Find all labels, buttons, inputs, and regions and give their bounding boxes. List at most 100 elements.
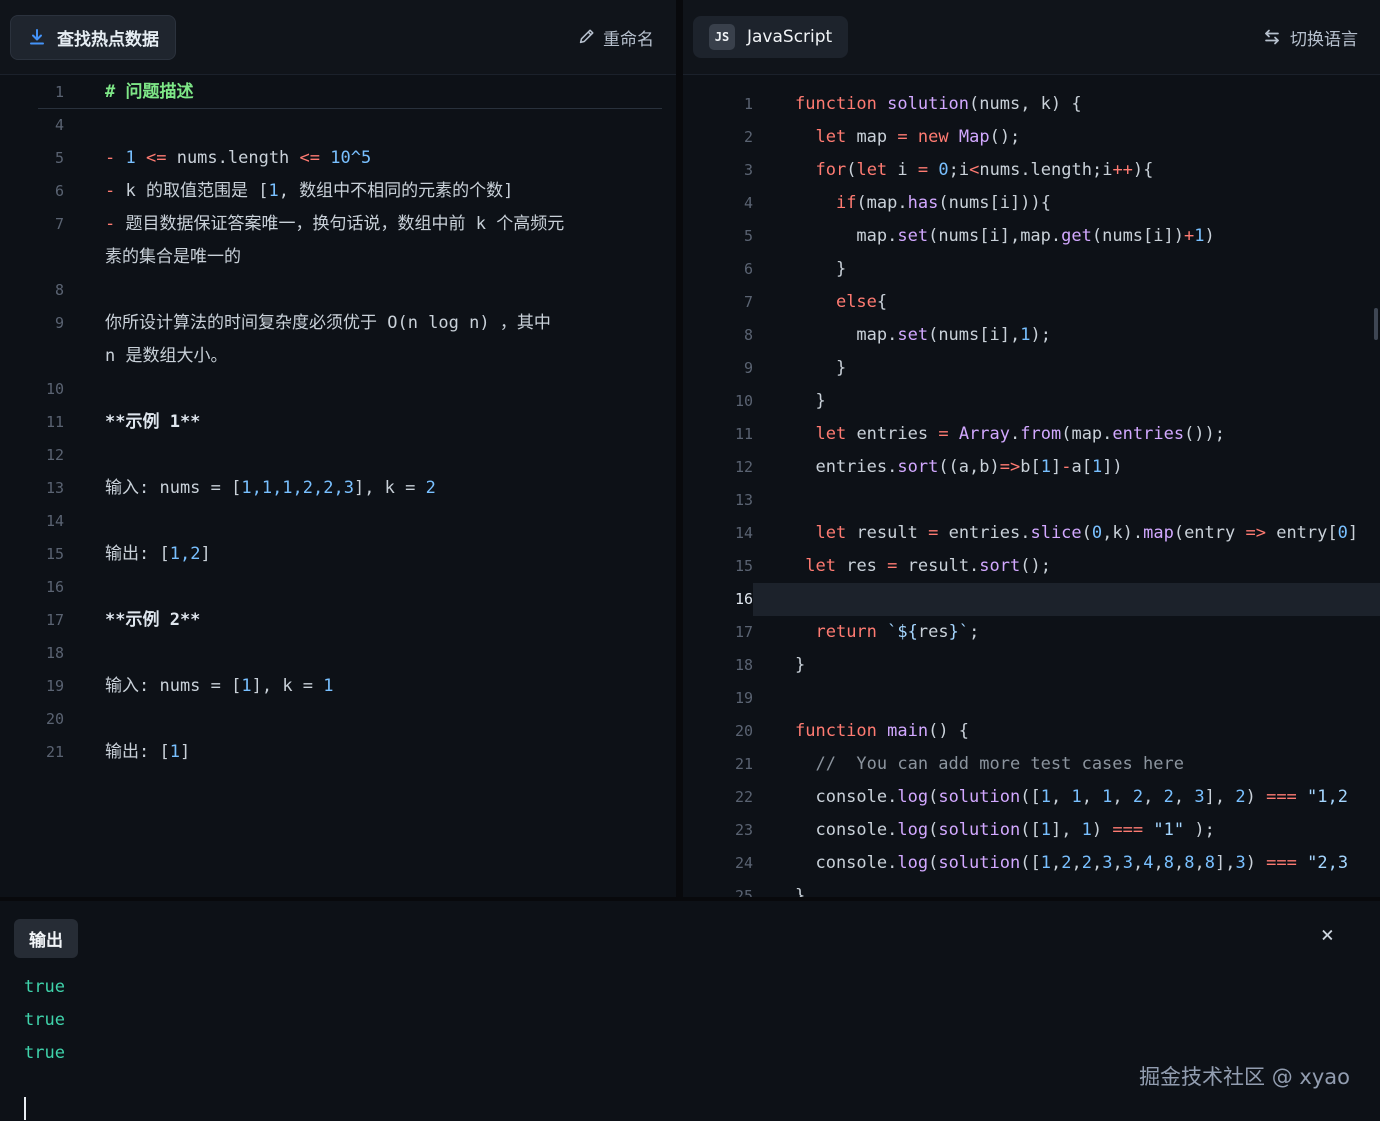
language-badge[interactable]: JS JavaScript (693, 16, 848, 58)
code-line[interactable]: 11 let entries = Array.from(map.entries(… (683, 418, 1380, 451)
code-line[interactable]: 22 console.log(solution([1, 1, 1, 2, 2, … (683, 781, 1380, 814)
code-editor[interactable]: 1function solution(nums, k) {2 let map =… (683, 76, 1380, 897)
line-number: 9 (683, 352, 753, 385)
line-number: 19 (0, 670, 64, 703)
left-panel-header: 查找热点数据 重命名 (0, 0, 676, 75)
markdown-line[interactable]: 9你所设计算法的时间复杂度必须优于 O(n log n) ，其中 (0, 307, 676, 340)
markdown-line[interactable]: 5- 1 <= nums.length <= 10^5 (0, 142, 676, 175)
close-icon[interactable]: × (1321, 925, 1334, 947)
line-content: console.log(solution([1,2,2,3,3,4,8,8,8]… (753, 847, 1380, 880)
code-line[interactable]: 10 } (683, 385, 1380, 418)
line-content: - 题目数据保证答案唯一，换句话说，数组中前 k 个高频元 (64, 208, 676, 241)
markdown-line[interactable]: 15输出: [1,2] (0, 538, 676, 571)
markdown-line[interactable]: n 是数组大小。 (0, 340, 676, 373)
line-content: function main() { (753, 715, 1380, 748)
output-line: true (24, 1004, 65, 1037)
output-line: true (24, 1037, 65, 1070)
line-number: 7 (683, 286, 753, 319)
code-line[interactable]: 18} (683, 649, 1380, 682)
code-line[interactable]: 21 // You can add more test cases here (683, 748, 1380, 781)
code-line[interactable]: 9 } (683, 352, 1380, 385)
markdown-line[interactable]: 18 (0, 637, 676, 670)
code-line[interactable]: 20function main() { (683, 715, 1380, 748)
code-line[interactable]: 17 return `${res}`; (683, 616, 1380, 649)
line-number: 2 (683, 121, 753, 154)
line-content (64, 373, 676, 406)
line-number: 23 (683, 814, 753, 847)
markdown-line[interactable]: 21输出: [1] (0, 736, 676, 769)
code-line[interactable]: 23 console.log(solution([1], 1) === "1" … (683, 814, 1380, 847)
line-number (0, 241, 64, 274)
line-content: } (753, 385, 1380, 418)
line-number: 18 (0, 637, 64, 670)
markdown-line[interactable]: 12 (0, 439, 676, 472)
code-line[interactable]: 15 let res = result.sort(); (683, 550, 1380, 583)
markdown-line[interactable]: 4 (0, 109, 676, 142)
line-number: 15 (0, 538, 64, 571)
line-number: 9 (0, 307, 64, 340)
line-number: 20 (0, 703, 64, 736)
line-number: 5 (683, 220, 753, 253)
line-content (753, 484, 1380, 517)
code-line[interactable]: 5 map.set(nums[i],map.get(nums[i])+1) (683, 220, 1380, 253)
line-number: 4 (683, 187, 753, 220)
markdown-line[interactable]: 20 (0, 703, 676, 736)
markdown-line[interactable]: 素的集合是唯一的 (0, 241, 676, 274)
scrollbar-thumb[interactable] (1374, 308, 1378, 340)
file-title-button[interactable]: 查找热点数据 (10, 15, 176, 60)
output-tab[interactable]: 输出 (14, 919, 78, 958)
line-content (64, 274, 676, 307)
line-content: for(let i = 0;i<nums.length;i++){ (753, 154, 1380, 187)
code-playground: 查找热点数据 重命名 1# 问题描述45- 1 <= nums.length <… (0, 0, 1380, 1121)
markdown-line[interactable]: 10 (0, 373, 676, 406)
code-line[interactable]: 2 let map = new Map(); (683, 121, 1380, 154)
markdown-line[interactable]: 8 (0, 274, 676, 307)
line-number: 1 (0, 76, 64, 109)
code-line[interactable]: 25} (683, 880, 1380, 897)
code-line[interactable]: 1function solution(nums, k) { (683, 88, 1380, 121)
rename-button[interactable]: 重命名 (577, 25, 654, 50)
line-content: # 问题描述 (64, 76, 676, 109)
line-content: if(map.has(nums[i])){ (753, 187, 1380, 220)
line-number: 24 (683, 847, 753, 880)
code-line[interactable]: 14 let result = entries.slice(0,k).map(e… (683, 517, 1380, 550)
line-number: 22 (683, 781, 753, 814)
output-line: true (24, 971, 65, 1004)
code-line[interactable]: 6 } (683, 253, 1380, 286)
watermark: 掘金技术社区 @ xyao (1139, 1061, 1350, 1091)
line-content: } (753, 352, 1380, 385)
markdown-line[interactable]: 17**示例 2** (0, 604, 676, 637)
code-line[interactable]: 16 (683, 583, 1380, 616)
line-content: 输入: nums = [1,1,1,2,2,3], k = 2 (64, 472, 676, 505)
line-number: 19 (683, 682, 753, 715)
markdown-line[interactable]: 16 (0, 571, 676, 604)
markdown-line[interactable]: 11**示例 1** (0, 406, 676, 439)
code-line[interactable]: 8 map.set(nums[i],1); (683, 319, 1380, 352)
line-number: 12 (683, 451, 753, 484)
line-content: let map = new Map(); (753, 121, 1380, 154)
switch-language-button[interactable]: 切换语言 (1262, 25, 1358, 50)
markdown-line[interactable]: 1# 问题描述 (0, 76, 676, 109)
line-content: **示例 1** (64, 406, 676, 439)
line-content: 输出: [1] (64, 736, 676, 769)
line-content: - k 的取值范围是 [1, 数组中不相同的元素的个数] (64, 175, 676, 208)
line-content: - 1 <= nums.length <= 10^5 (64, 142, 676, 175)
markdown-line[interactable]: 19输入: nums = [1], k = 1 (0, 670, 676, 703)
markdown-line[interactable]: 7- 题目数据保证答案唯一，换句话说，数组中前 k 个高频元 (0, 208, 676, 241)
code-line[interactable]: 24 console.log(solution([1,2,2,3,3,4,8,8… (683, 847, 1380, 880)
markdown-line[interactable]: 13输入: nums = [1,1,1,2,2,3], k = 2 (0, 472, 676, 505)
code-line[interactable]: 7 else{ (683, 286, 1380, 319)
code-line[interactable]: 13 (683, 484, 1380, 517)
code-line[interactable]: 4 if(map.has(nums[i])){ (683, 187, 1380, 220)
code-line[interactable]: 12 entries.sort((a,b)=>b[1]-a[1]) (683, 451, 1380, 484)
markdown-editor[interactable]: 1# 问题描述45- 1 <= nums.length <= 10^56- k … (0, 76, 676, 897)
code-line[interactable]: 19 (683, 682, 1380, 715)
markdown-line[interactable]: 14 (0, 505, 676, 538)
line-content: } (753, 253, 1380, 286)
line-number: 3 (683, 154, 753, 187)
markdown-line[interactable]: 6- k 的取值范围是 [1, 数组中不相同的元素的个数] (0, 175, 676, 208)
code-line[interactable]: 3 for(let i = 0;i<nums.length;i++){ (683, 154, 1380, 187)
line-content: 你所设计算法的时间复杂度必须优于 O(n log n) ，其中 (64, 307, 676, 340)
line-content: **示例 2** (64, 604, 676, 637)
line-content: return `${res}`; (753, 616, 1380, 649)
